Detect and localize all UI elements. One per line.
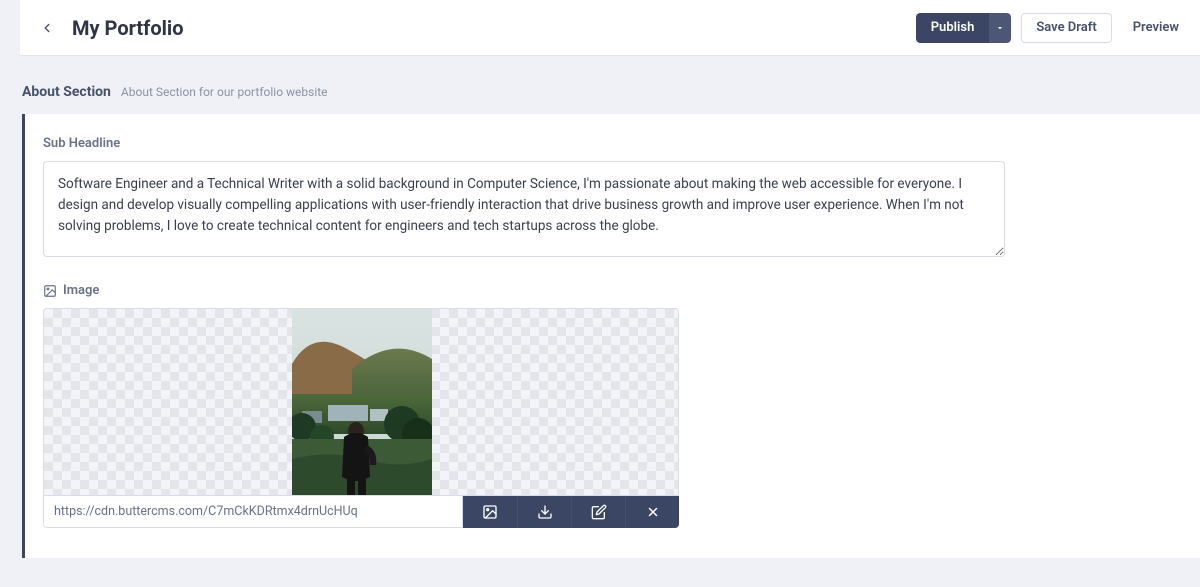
image-label-text: Image <box>63 283 99 298</box>
save-draft-button[interactable]: Save Draft <box>1021 13 1111 43</box>
back-button[interactable] <box>34 15 60 41</box>
sub-headline-textarea[interactable] <box>43 161 1005 257</box>
image-tool-buttons <box>463 496 679 528</box>
image-preview[interactable] <box>43 308 679 496</box>
editor-content: About Section About Section for our port… <box>0 56 1200 558</box>
image-url-input[interactable] <box>43 496 463 528</box>
download-image-button[interactable] <box>517 496 571 528</box>
publish-button-group: Publish <box>916 13 1012 43</box>
section-description: About Section for our portfolio website <box>121 85 328 99</box>
image-replace-icon <box>482 504 498 520</box>
close-icon <box>646 505 660 519</box>
section-header: About Section About Section for our port… <box>22 84 1200 100</box>
download-icon <box>537 504 553 520</box>
preview-button[interactable]: Preview <box>1122 13 1186 43</box>
image-toolbar <box>43 496 679 528</box>
sub-headline-label: Sub Headline <box>43 136 1182 151</box>
publish-dropdown-toggle[interactable] <box>989 13 1011 43</box>
image-field: Image <box>43 283 1182 528</box>
section-title: About Section <box>22 84 111 100</box>
chevron-left-icon <box>40 21 54 35</box>
uploaded-image <box>292 309 432 496</box>
image-icon <box>43 284 57 298</box>
edit-icon <box>591 504 607 520</box>
page-title: My Portfolio <box>72 16 904 40</box>
publish-button[interactable]: Publish <box>916 13 990 43</box>
section-card: Sub Headline Image <box>22 114 1200 558</box>
editor-topbar: My Portfolio Publish Save Draft Preview <box>20 0 1200 56</box>
sub-headline-label-text: Sub Headline <box>43 136 120 151</box>
edit-image-button[interactable] <box>571 496 625 528</box>
remove-image-button[interactable] <box>625 496 679 528</box>
replace-image-button[interactable] <box>463 496 517 528</box>
image-label: Image <box>43 283 1182 298</box>
topbar-actions: Publish Save Draft Preview <box>916 13 1186 43</box>
caret-down-icon <box>995 23 1005 33</box>
